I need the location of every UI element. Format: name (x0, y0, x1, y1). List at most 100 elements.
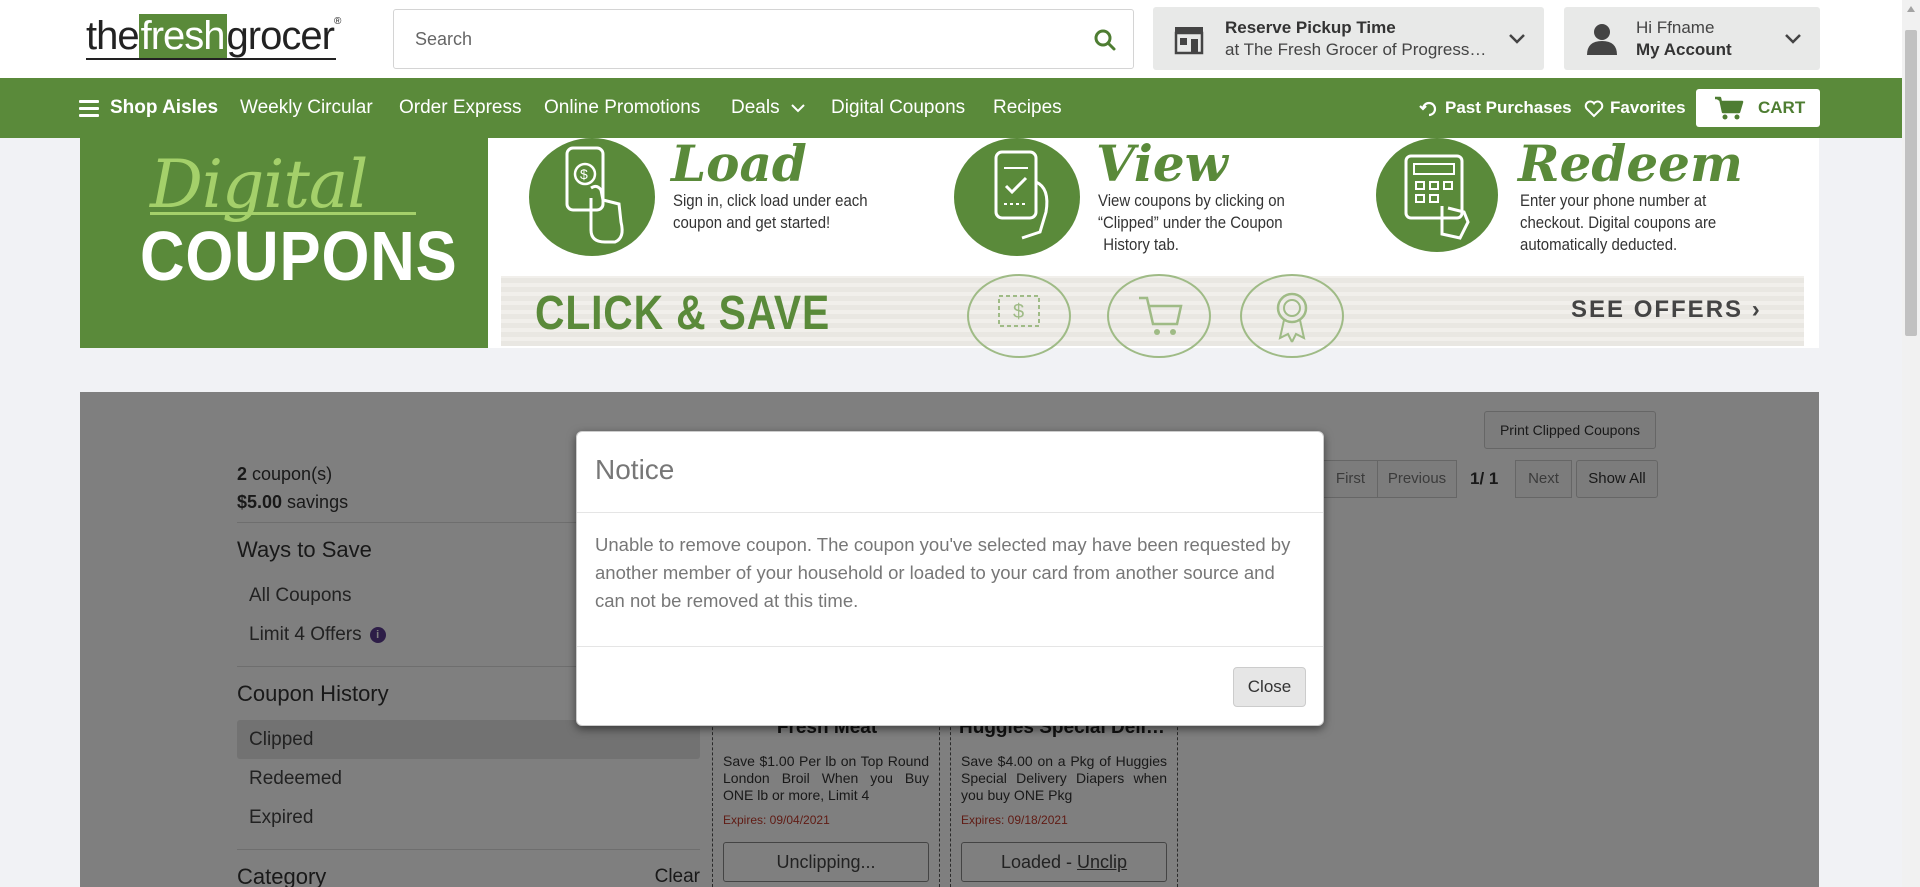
pager-previous-button[interactable]: Previous (1377, 460, 1457, 498)
main-nav: Shop Aisles Weekly Circular Order Expres… (0, 78, 1920, 138)
print-clipped-coupons-button[interactable]: Print Clipped Coupons (1484, 411, 1656, 449)
account-menu[interactable]: Hi Ffname My Account (1564, 7, 1820, 70)
logo-registered-mark: ® (333, 16, 341, 27)
coupon-count-label: coupon(s) (247, 464, 333, 484)
click-and-save-banner[interactable]: CLICK & SAVE $ SEE OFFERS › (501, 274, 1804, 358)
account-greeting: Hi Ffname (1636, 18, 1715, 37)
site-logo[interactable]: thefreshgrocer® (86, 14, 341, 60)
step-redeem-title: Redeem (1518, 134, 1743, 193)
step-load-desc-line: coupon and get started! (673, 213, 831, 232)
past-purchases-label: Past Purchases (1445, 98, 1572, 117)
unclipping-button[interactable]: Unclipping... (723, 842, 929, 882)
logo-underline (86, 58, 337, 60)
step-redeem-desc-line: checkout. Digital coupons are (1520, 213, 1717, 232)
reserve-pickup-button[interactable]: Reserve Pickup Time at The Fresh Grocer … (1153, 7, 1544, 70)
award-icon (1240, 274, 1344, 358)
top-bar: thefreshgrocer® Reserve Pickup Time at T… (0, 0, 1920, 78)
phone-dollar-icon: $ (529, 138, 655, 256)
filter-limit-offers-label: Limit 4 Offers (249, 624, 362, 645)
cart-icon (1107, 274, 1211, 358)
nav-deals-label: Deals (731, 97, 780, 118)
search-box (393, 9, 1134, 69)
favorites-label: Favorites (1610, 98, 1686, 117)
pickup-store-name: at The Fresh Grocer of Progress Pl... (1225, 40, 1490, 59)
info-icon[interactable]: i (369, 626, 386, 643)
chevron-down-icon (1785, 34, 1801, 44)
account-label: My Account (1636, 40, 1732, 59)
step-view-desc-line: View coupons by clicking on (1098, 191, 1285, 210)
nav-digital-coupons[interactable]: Digital Coupons (831, 78, 965, 138)
scroll-up-icon[interactable] (1907, 6, 1915, 12)
category-heading: Category Clear (237, 849, 700, 887)
dialog-divider (577, 646, 1323, 647)
store-icon (1174, 27, 1204, 55)
phone-check-icon (954, 138, 1080, 256)
coupon-summary: 2 coupon(s) $5.00 savings (237, 460, 348, 516)
dialog-message: Unable to remove coupon. The coupon you'… (595, 534, 1291, 611)
filter-redeemed[interactable]: Redeemed (237, 759, 700, 798)
banner-coupons-text: COUPONS (140, 217, 458, 295)
see-offers-link[interactable]: SEE OFFERS › (1571, 296, 1762, 324)
category-heading-label: Category (237, 864, 327, 887)
keypad-icon (1376, 138, 1498, 252)
nav-favorites[interactable]: Favorites (1584, 78, 1686, 138)
step-redeem: Redeem Enter your phone number at checko… (1376, 134, 1806, 258)
coupon-count: 2 (237, 464, 248, 484)
click-save-text: CLICK & SAVE (535, 287, 831, 340)
page-scrollbar[interactable] (1902, 0, 1920, 887)
step-redeem-desc-line: automatically deducted. (1520, 235, 1678, 254)
nav-recipes[interactable]: Recipes (993, 78, 1062, 138)
dialog-divider (577, 512, 1323, 513)
nav-past-purchases[interactable]: Past Purchases (1419, 78, 1572, 138)
close-button[interactable]: Close (1233, 667, 1306, 707)
step-redeem-desc-line: Enter your phone number at (1520, 191, 1707, 210)
cart-label: CART (1758, 98, 1806, 117)
logo-the: the (86, 14, 140, 58)
step-view-desc-line: History tab. (1103, 235, 1179, 254)
banner-title-panel: Digital COUPONS (80, 138, 488, 348)
coupon-description: Save $4.00 on a Pkg of Huggies Special D… (961, 753, 1167, 803)
dialog-title: Notice (595, 454, 675, 485)
user-icon (1587, 24, 1617, 55)
unclip-button[interactable]: Loaded - Unclip (961, 842, 1167, 882)
coupon-expiry: Expires: 09/18/2021 (961, 813, 1068, 827)
nav-order-express[interactable]: Order Express (399, 78, 521, 138)
step-view-desc: View coupons by clicking on “Clipped” un… (1098, 190, 1285, 256)
coupon-description: Save $1.00 Per lb on Top Round London Br… (723, 753, 929, 803)
logo-grocer: grocer (226, 14, 335, 58)
pager-show-all-button[interactable]: Show All (1576, 460, 1658, 498)
step-load: $ Load Sign in, click load under each co… (529, 134, 909, 258)
nav-weekly-circular[interactable]: Weekly Circular (240, 78, 373, 138)
cart-button[interactable]: CART (1696, 89, 1820, 127)
banner-divider (150, 212, 416, 215)
coupon-card: Huggies Special Delivery Save $4.00 on a… (950, 717, 1179, 887)
nav-deals[interactable]: Deals (731, 78, 805, 138)
step-load-title: Load (671, 134, 807, 193)
chevron-down-icon (791, 104, 805, 113)
menu-icon[interactable] (79, 100, 99, 117)
step-view-desc-line: “Clipped” under the Coupon (1098, 213, 1283, 232)
scrollbar-thumb[interactable] (1905, 30, 1917, 336)
coupon-card: Fresh Meat Save $1.00 Per lb on Top Roun… (712, 717, 940, 887)
step-view-title: View (1096, 134, 1228, 193)
notice-dialog: Notice Unable to remove coupon. The coup… (576, 431, 1324, 726)
coupon-expiry: Expires: 09/04/2021 (723, 813, 830, 827)
search-icon[interactable] (1093, 28, 1117, 52)
search-input[interactable] (395, 11, 1075, 67)
step-load-desc: Sign in, click load under each coupon an… (673, 190, 868, 234)
svg-text:$: $ (580, 166, 588, 182)
filter-expired[interactable]: Expired (237, 798, 700, 837)
step-redeem-desc: Enter your phone number at checkout. Dig… (1520, 190, 1716, 256)
pager-next-button[interactable]: Next (1515, 460, 1572, 498)
unclip-link[interactable]: Unclip (1077, 852, 1127, 872)
clear-category-button[interactable]: Clear (655, 850, 700, 887)
coupon-savings: $5.00 (237, 492, 283, 512)
dollar-coupon-icon: $ (967, 274, 1071, 358)
pager-page-indicator: 1/ 1 (1470, 469, 1499, 488)
pager-first-button[interactable]: First (1323, 460, 1378, 498)
nav-online-promotions[interactable]: Online Promotions (544, 78, 700, 138)
heart-icon (1584, 100, 1604, 117)
nav-shop-aisles[interactable]: Shop Aisles (110, 78, 218, 138)
history-icon (1419, 101, 1437, 116)
pickup-title: Reserve Pickup Time (1225, 18, 1396, 37)
